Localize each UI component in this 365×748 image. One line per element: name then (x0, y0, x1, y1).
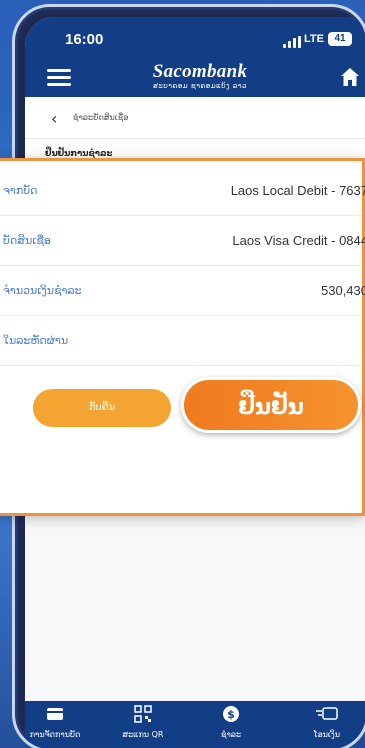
home-icon[interactable] (340, 67, 360, 87)
top-bar: 16:00 LTE 41 Sacombank ສະບາຄອມ ຊາຄອມແບ້ງ… (25, 17, 365, 97)
signal-icon (283, 36, 301, 48)
card-icon (47, 708, 63, 720)
detail-label: ຈາກບັດ (3, 184, 38, 197)
menu-icon[interactable] (47, 69, 71, 87)
detail-row-pin[interactable]: ໃນລະຫັດຜ່ານ (0, 316, 362, 366)
transfer-icon (316, 707, 338, 720)
page-title: ຊໍາລະຍັດສິນເຊື່ອ (73, 113, 129, 122)
brand-subtitle: ສະບາຄອມ ຊາຄອມແບ້ງ ລາວ (153, 82, 247, 90)
nav-scan-qr[interactable]: ສະແກນ QR (103, 705, 183, 739)
back-chevron-icon[interactable]: ‹ (51, 109, 57, 128)
confirm-button[interactable]: ຢືນຢັນ (181, 377, 361, 433)
qr-icon (134, 705, 152, 723)
confirmation-card: ຈາກບັດ Laos Local Debit - 7637 ບັດສິນເຊື… (0, 158, 365, 516)
nav-card-management[interactable]: ການຈັດການບັດ (25, 705, 95, 739)
detail-label: ໃນລະຫັດຜ່ານ (3, 334, 69, 347)
nav-label: ຊໍາລະ (220, 730, 242, 739)
detail-label: ບັດສິນເຊື່ອ (3, 234, 51, 247)
status-time: 16:00 (65, 31, 104, 48)
detail-value: Laos Local Debit - 7637 (230, 183, 365, 198)
detail-row-amount: ຈໍານວນເງິນຊໍາລະ 530,430 (0, 266, 365, 316)
brand-logo: Sacombank ສະບາຄອມ ຊາຄອມແບ້ງ ລາວ (145, 61, 255, 90)
brand-name: Sacombank (152, 61, 248, 82)
status-bar: 16:00 LTE 41 (25, 31, 365, 53)
detail-value: 530,430 (321, 283, 365, 298)
nav-label: ໂອນເງິນ (313, 730, 341, 739)
nav-transfer[interactable]: ໂອນເງິນ (287, 705, 365, 739)
network-label: LTE (304, 33, 324, 45)
detail-label: ຈໍານວນເງິນຊໍາລະ (3, 284, 82, 297)
nav-label: ການຈັດການບັດ (29, 730, 81, 739)
detail-row-credit-card: ບັດສິນເຊື່ອ Laos Visa Credit - 0844 (0, 216, 365, 266)
detail-value: Laos Visa Credit - 0844 (232, 233, 365, 248)
nav-label: ສະແກນ QR (122, 730, 164, 739)
detail-row-from-card: ຈາກບັດ Laos Local Debit - 7637 (0, 166, 365, 216)
dollar-icon: $ (223, 706, 239, 722)
svg-text:$: $ (227, 708, 235, 721)
nav-payment[interactable]: $ ຊໍາລະ (191, 705, 271, 739)
back-button[interactable]: ກັບຄືນ (33, 389, 171, 427)
nav-row: ‹ ຊໍາລະຍັດສິນເຊື່ອ (25, 97, 365, 139)
battery-icon: 41 (328, 32, 352, 46)
bottom-navigation: ການຈັດການບັດ ສະແກນ QR $ ຊໍາລະ ໂອນເງິນ (25, 701, 365, 748)
